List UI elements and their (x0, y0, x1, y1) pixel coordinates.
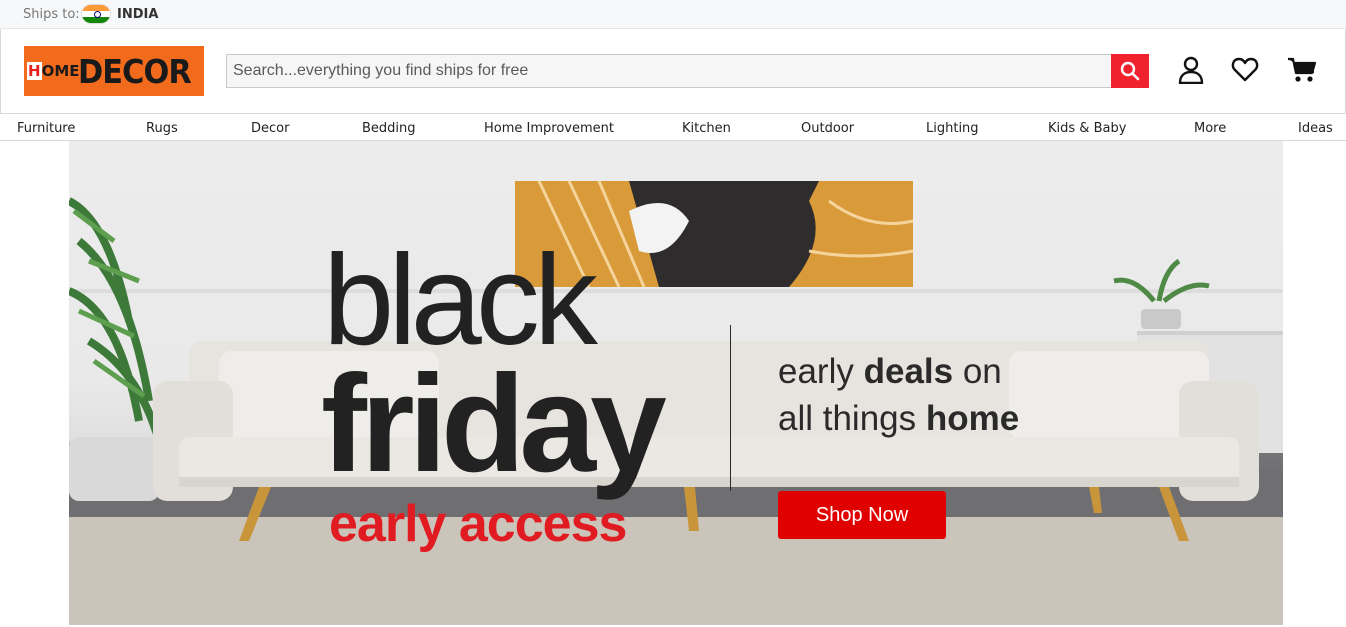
nav-item-more[interactable]: More (1194, 121, 1226, 136)
wishlist-button[interactable] (1230, 55, 1260, 85)
shop-now-button[interactable]: Shop Now (778, 491, 946, 539)
hero-banner[interactable]: black friday early access early deals on… (69, 141, 1283, 625)
nav-item-outdoor[interactable]: Outdoor (801, 121, 854, 136)
hero-divider (730, 325, 731, 491)
sub1-part-c: on (953, 352, 1002, 391)
nav-item-ideas[interactable]: Ideas (1298, 121, 1333, 136)
heart-icon (1231, 57, 1259, 82)
nav-item-rugs[interactable]: Rugs (146, 121, 178, 136)
search-bar (226, 54, 1149, 88)
hero-background-illustration (69, 180, 1283, 625)
hero-title-early-access: early access (329, 495, 627, 553)
nav-item-bedding[interactable]: Bedding (362, 121, 416, 136)
nav-item-lighting[interactable]: Lighting (926, 121, 979, 136)
nav-item-home-improvement[interactable]: Home Improvement (484, 121, 614, 136)
search-input[interactable] (227, 55, 1111, 87)
nav-item-kitchen[interactable]: Kitchen (682, 121, 731, 136)
hero-title-friday: friday (321, 347, 667, 501)
account-button[interactable] (1176, 55, 1206, 85)
india-flag-icon[interactable] (81, 4, 111, 24)
cart-button[interactable] (1287, 55, 1317, 85)
home-decor-logo[interactable]: HOME DECOR (24, 46, 204, 96)
hero-subtitle-line2: all things home (778, 401, 1019, 436)
logo-decor-text: DECOR (78, 52, 192, 91)
sub1-part-b: deals (863, 352, 954, 391)
ships-to-bar: Ships to: INDIA (0, 0, 1346, 29)
account-icon (1178, 56, 1204, 84)
hero-subtitle-line1: early deals on (778, 354, 1002, 389)
search-button[interactable] (1111, 54, 1149, 88)
nav-item-furniture[interactable]: Furniture (17, 121, 75, 136)
search-icon (1120, 61, 1140, 81)
cart-icon (1288, 57, 1317, 82)
site-header: HOME DECOR (0, 29, 1346, 114)
logo-home-text: HOME (27, 62, 80, 80)
country-name[interactable]: INDIA (117, 7, 158, 22)
sub2-part-b: home (925, 399, 1020, 438)
sub1-part-a: early (778, 352, 864, 391)
ships-to-label: Ships to: (23, 7, 80, 22)
hero-title-black: black (323, 229, 598, 372)
category-nav: Furniture Rugs Decor Bedding Home Improv… (0, 114, 1346, 141)
nav-item-decor[interactable]: Decor (251, 121, 289, 136)
sub2-part-a: all things (778, 399, 926, 438)
nav-item-kids-baby[interactable]: Kids & Baby (1048, 121, 1126, 136)
